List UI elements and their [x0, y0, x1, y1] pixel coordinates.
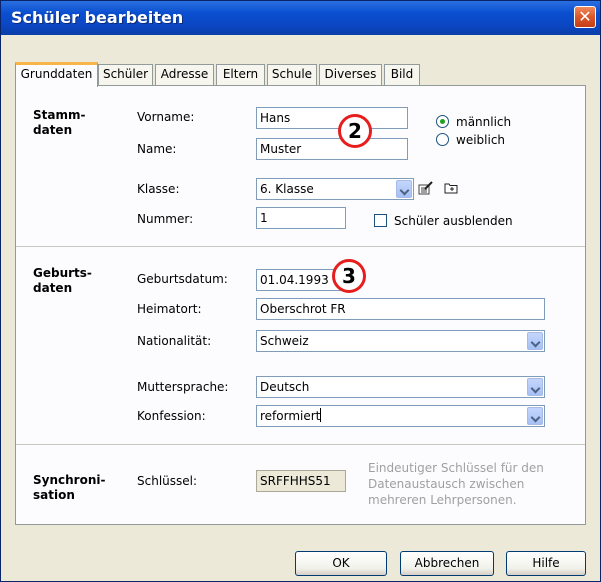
label-schluessel: Schlüssel:	[137, 474, 198, 488]
label-maennlich: männlich	[456, 115, 512, 129]
title-bar[interactable]: Schüler bearbeiten ✕	[1, 1, 600, 35]
muttersprache-select[interactable]: Deutsch	[256, 376, 545, 398]
tab-schueler[interactable]: Schüler	[98, 64, 153, 85]
tab-adresse[interactable]: Adresse	[155, 64, 214, 85]
tab-diverses[interactable]: Diverses	[319, 64, 382, 85]
chevron-down-icon[interactable]	[527, 378, 543, 396]
tab-eltern[interactable]: Eltern	[216, 64, 265, 85]
dialog-window: Schüler bearbeiten ✕ Grunddaten Schüler …	[0, 0, 601, 582]
heimatort-field[interactable]: Oberschrot FR	[256, 298, 545, 320]
section-title-stammdaten-1: Stamm-	[33, 108, 86, 122]
chevron-down-icon[interactable]	[396, 180, 412, 198]
separator-1	[16, 246, 585, 247]
vorname-field[interactable]: Hans	[256, 107, 408, 129]
label-name: Name:	[137, 142, 177, 156]
label-nationalitaet: Nationalität:	[137, 334, 212, 348]
close-icon[interactable]: ✕	[574, 6, 596, 28]
cancel-button[interactable]: Abbrechen	[400, 551, 494, 576]
hint-line-2: Datenaustausch zwischen	[368, 477, 525, 491]
callout-marker-3: 3	[332, 259, 366, 293]
chevron-down-icon[interactable]	[527, 407, 543, 425]
label-vorname: Vorname:	[137, 110, 195, 124]
hint-line-1: Eindeutiger Schlüssel für den	[368, 461, 544, 475]
section-title-geburtsdaten-2: daten	[33, 281, 73, 295]
callout-marker-2: 2	[338, 114, 372, 148]
nationalitaet-select-value: Schweiz	[260, 334, 309, 348]
muttersprache-select-value: Deutsch	[260, 380, 310, 394]
edit-icon[interactable]	[418, 180, 434, 196]
section-title-geburtsdaten-1: Geburts-	[33, 266, 92, 280]
section-title-stammdaten-2: daten	[33, 123, 73, 137]
nummer-field[interactable]: 1	[256, 207, 346, 229]
label-konfession: Konfession:	[137, 409, 206, 423]
konfession-select[interactable]: reformiert	[256, 405, 545, 427]
label-weiblich: weiblich	[456, 133, 506, 147]
radio-weiblich[interactable]	[436, 133, 449, 146]
tab-schule[interactable]: Schule	[267, 64, 317, 85]
label-muttersprache: Muttersprache:	[137, 380, 229, 394]
separator-2	[16, 444, 585, 445]
section-title-synchronisation-1: Synchroni-	[33, 473, 106, 487]
hide-student-checkbox[interactable]	[374, 214, 387, 227]
ok-button[interactable]: OK	[295, 551, 387, 576]
help-button[interactable]: Hilfe	[506, 551, 586, 576]
label-klasse: Klasse:	[137, 182, 180, 196]
window-title: Schüler bearbeiten	[11, 8, 184, 27]
radio-maennlich[interactable]	[436, 115, 449, 128]
hint-line-3: mehreren Lehrpersonen.	[368, 493, 517, 507]
nationalitaet-select[interactable]: Schweiz	[256, 330, 545, 352]
label-nummer: Nummer:	[137, 212, 194, 226]
text-caret	[320, 408, 322, 422]
tab-grunddaten[interactable]: Grunddaten	[15, 62, 98, 87]
tab-bild[interactable]: Bild	[384, 64, 420, 85]
klasse-select[interactable]: 6. Klasse	[256, 178, 414, 200]
label-geburtsdatum: Geburtsdatum:	[137, 272, 228, 286]
section-title-synchronisation-2: sation	[33, 488, 75, 502]
chevron-down-icon[interactable]	[527, 332, 543, 350]
name-field[interactable]: Muster	[256, 138, 408, 160]
label-heimatort: Heimatort:	[137, 302, 202, 316]
schluessel-field: SRFFHHS51	[256, 470, 346, 492]
klasse-select-value: 6. Klasse	[260, 182, 314, 196]
tab-panel-grunddaten: Stamm- daten Vorname: Hans Name: Muster …	[15, 85, 586, 525]
folder-icon[interactable]	[444, 182, 458, 194]
label-hide-student: Schüler ausblenden	[394, 214, 513, 228]
konfession-select-value: reformiert	[260, 409, 321, 423]
